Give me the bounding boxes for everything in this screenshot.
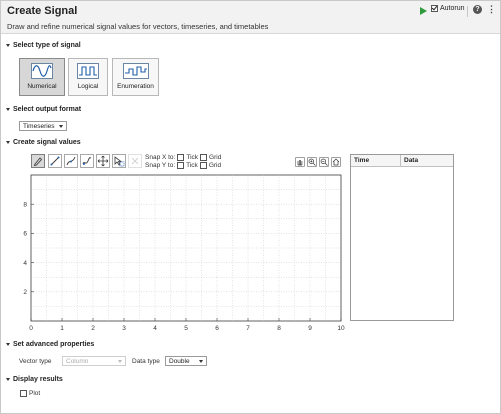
pencil-icon — [33, 157, 43, 167]
type-button-logical[interactable]: Logical — [68, 58, 108, 96]
pan-button[interactable] — [295, 157, 305, 167]
type-label: Logical — [77, 83, 99, 90]
select-tool-button[interactable] — [112, 154, 126, 168]
spline-tool-button[interactable] — [64, 154, 78, 168]
header-bar: Create Signal Draw and refine numerical … — [1, 1, 500, 34]
snap-y-grid-checkbox[interactable] — [199, 162, 207, 169]
section-select-type[interactable]: Select type of signal — [6, 42, 81, 49]
section-create-values[interactable]: Create signal values — [6, 139, 81, 146]
plot-label: Plot — [29, 390, 41, 397]
section-label: Select output format — [13, 106, 82, 113]
snap-y-row: Snap Y to: Tick Grid — [145, 162, 221, 169]
page-title: Create Signal — [7, 5, 78, 17]
collapse-caret-icon[interactable] — [6, 141, 10, 144]
data-type-value: Double — [169, 357, 190, 365]
snap-y-tick-checkbox[interactable] — [177, 162, 185, 169]
snap-x-tick-checkbox[interactable] — [177, 154, 185, 161]
run-icon[interactable] — [420, 7, 427, 15]
output-format-value: Timeseries — [23, 122, 55, 130]
page-description: Draw and refine numerical signal values … — [7, 22, 269, 31]
type-label: Enumeration — [117, 83, 154, 90]
select-icon — [114, 156, 125, 167]
zoom-in-button[interactable] — [307, 157, 317, 167]
chevron-down-icon — [118, 359, 122, 363]
eraser-icon — [131, 157, 139, 165]
col-data-header[interactable]: Data — [401, 155, 453, 166]
header-divider — [467, 6, 468, 17]
help-icon[interactable]: ? — [473, 5, 482, 14]
section-label: Select type of signal — [13, 42, 81, 49]
snap-x-grid-checkbox[interactable] — [200, 154, 208, 161]
data-type-dropdown[interactable]: Double — [165, 356, 207, 366]
collapse-caret-icon[interactable] — [6, 378, 10, 381]
snap-y-grid-label: Grid — [208, 162, 222, 169]
type-button-enumeration[interactable]: Enumeration — [112, 58, 159, 96]
data-type-label: Data type — [132, 358, 160, 365]
vector-type-label: Vector type — [19, 358, 52, 365]
freehand-tool-button[interactable] — [80, 154, 94, 168]
eraser-tool-button[interactable] — [128, 154, 142, 168]
type-label: Numerical — [27, 83, 57, 90]
line-icon — [50, 156, 60, 166]
section-label: Display results — [13, 376, 63, 383]
snap-x-label: Snap X to: — [145, 154, 176, 161]
zoom-in-icon — [308, 158, 316, 166]
home-icon — [332, 158, 340, 166]
plot-option[interactable]: Plot — [20, 390, 40, 397]
section-label: Create signal values — [13, 139, 81, 146]
table-header: Time Data — [351, 155, 453, 167]
snap-y-tick-label: Tick — [186, 162, 198, 169]
section-advanced[interactable]: Set advanced properties — [6, 341, 94, 348]
section-display[interactable]: Display results — [6, 376, 63, 383]
values-table[interactable]: Time Data — [350, 154, 454, 321]
more-options-icon[interactable]: ⋮ — [487, 4, 496, 15]
collapse-caret-icon[interactable] — [6, 108, 10, 111]
collapse-caret-icon[interactable] — [6, 44, 10, 47]
snap-x-row: Snap X to: Tick Grid — [145, 154, 221, 161]
freehand-icon — [82, 157, 92, 165]
line-tool-button[interactable] — [48, 154, 62, 168]
snap-x-grid-label: Grid — [209, 154, 222, 161]
plot-checkbox[interactable] — [20, 390, 27, 397]
collapse-caret-icon[interactable] — [6, 343, 10, 346]
section-label: Set advanced properties — [13, 341, 95, 348]
zoom-out-button[interactable] — [319, 157, 329, 167]
section-output-format[interactable]: Select output format — [6, 106, 81, 113]
zoom-out-icon — [320, 158, 328, 166]
vector-type-dropdown: Column — [62, 356, 126, 366]
snap-y-label: Snap Y to: — [145, 162, 176, 169]
output-format-dropdown[interactable]: Timeseries — [19, 121, 67, 131]
autorun-checkbox[interactable] — [431, 5, 438, 12]
restore-view-button[interactable] — [331, 157, 341, 167]
autorun-label: Autorun — [440, 5, 465, 12]
chevron-down-icon — [199, 359, 203, 363]
sine-wave-icon — [31, 63, 53, 79]
snap-x-tick-label: Tick — [186, 154, 199, 161]
step-wave-icon — [122, 63, 149, 79]
col-time-header[interactable]: Time — [351, 155, 401, 166]
hand-icon — [297, 160, 303, 166]
autorun-toggle[interactable]: Autorun — [431, 5, 465, 12]
spline-icon — [66, 156, 76, 166]
move-icon — [97, 155, 109, 167]
square-wave-icon — [77, 63, 99, 79]
move-tool-button[interactable] — [96, 154, 110, 168]
vector-type-value: Column — [66, 357, 89, 365]
pencil-tool-button[interactable] — [31, 154, 45, 168]
chevron-down-icon — [59, 124, 63, 128]
type-button-numerical[interactable]: Numerical — [19, 58, 65, 96]
